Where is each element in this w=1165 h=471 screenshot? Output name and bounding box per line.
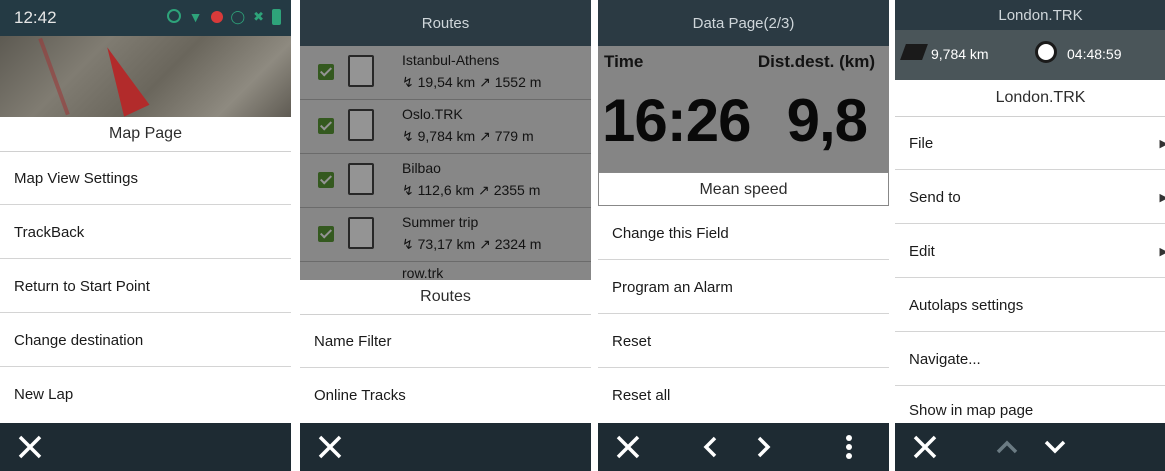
status-icons: ▼ ◯ ✖	[166, 9, 281, 25]
close-button[interactable]	[604, 423, 652, 471]
track-distance: 9,784 km	[931, 46, 989, 62]
battery-icon	[272, 9, 281, 25]
menu-item-program-alarm[interactable]: Program an Alarm	[598, 261, 889, 314]
chevron-down-icon	[1044, 440, 1066, 454]
menu-item-online-tracks[interactable]: Online Tracks	[300, 369, 591, 422]
tool-icon: ✖	[253, 9, 264, 24]
menu-item-map-view-settings[interactable]: Map View Settings	[0, 152, 291, 205]
footer-bar	[598, 423, 889, 471]
status-time: 12:42	[14, 8, 57, 27]
data-page-panel: Data Page(2/3) Time Dist.dest. (km) 16:2…	[598, 0, 889, 471]
close-button[interactable]	[901, 423, 949, 471]
dim-overlay	[300, 46, 591, 280]
track-stats: 9,784 km 04:48:59	[895, 30, 1165, 80]
close-icon	[18, 435, 42, 459]
previous-button[interactable]	[690, 423, 730, 471]
more-button[interactable]	[834, 423, 864, 471]
menu-item-reset-all[interactable]: Reset all	[598, 369, 889, 422]
track-line	[38, 37, 70, 116]
menu-title: London.TRK	[895, 80, 1165, 117]
menu-item-name-filter[interactable]: Name Filter	[300, 315, 591, 368]
menu-item-label: Map View Settings	[14, 169, 138, 187]
distance-icon	[900, 44, 928, 60]
menu-item-return-start[interactable]: Return to Start Point	[0, 260, 291, 313]
menu-item-label: Name Filter	[314, 332, 392, 350]
menu-item-label: File	[909, 134, 934, 152]
chevron-up-icon	[996, 440, 1018, 454]
submenu-arrow-icon: ▶	[1159, 137, 1165, 150]
close-icon	[318, 435, 342, 459]
wifi-icon: ▼	[188, 9, 203, 25]
next-button[interactable]	[744, 423, 784, 471]
menu-item-label: Reset	[612, 332, 652, 350]
menu-title: Routes	[300, 280, 591, 315]
direction-arrow	[94, 41, 150, 117]
menu-item-label: Program an Alarm	[612, 278, 733, 296]
menu-item-label: Navigate...	[909, 350, 981, 368]
menu-item-label: Send to	[909, 188, 961, 206]
scroll-down-button[interactable]	[1037, 423, 1073, 471]
menu-item-label: Change destination	[14, 331, 144, 349]
menu-item-file[interactable]: File ▶	[895, 117, 1165, 170]
menu-item-show-in-map[interactable]: Show in map page	[895, 387, 1165, 423]
menu-item-label: Return to Start Point	[14, 277, 150, 295]
menu-item-send-to[interactable]: Send to ▶	[895, 171, 1165, 224]
record-icon	[210, 11, 223, 23]
panel-header: Data Page(2/3)	[598, 0, 889, 46]
status-bar: 12:42 ▼ ◯ ✖	[0, 0, 291, 36]
menu-item-label: Change this Field	[612, 224, 729, 242]
menu-title: Mean speed	[598, 172, 889, 206]
close-icon	[913, 435, 937, 459]
menu-item-trackback[interactable]: TrackBack	[0, 206, 291, 259]
footer-bar	[300, 423, 591, 471]
menu-item-change-field[interactable]: Change this Field	[598, 207, 889, 260]
close-icon	[616, 435, 640, 459]
gps-icon	[166, 9, 181, 23]
footer-bar	[0, 423, 291, 471]
track-panel: London.TRK 9,784 km 04:48:59 London.TRK …	[895, 0, 1165, 471]
map-view[interactable]	[0, 36, 291, 117]
more-vertical-icon	[846, 435, 852, 459]
menu-item-edit[interactable]: Edit ▶	[895, 225, 1165, 278]
menu-item-new-lap[interactable]: New Lap	[0, 368, 291, 421]
close-button[interactable]	[6, 423, 54, 471]
menu-item-label: New Lap	[14, 386, 74, 403]
menu-item-label: Online Tracks	[314, 387, 406, 404]
chevron-right-icon	[757, 436, 771, 458]
map-page-panel: 12:42 ▼ ◯ ✖ Map Page Map View Settings T…	[0, 0, 291, 471]
menu-item-label: Autolaps settings	[909, 296, 1024, 314]
menu-item-reset[interactable]: Reset	[598, 315, 889, 368]
menu-item-autolaps-settings[interactable]: Autolaps settings	[895, 279, 1165, 332]
menu-item-change-destination[interactable]: Change destination	[0, 314, 291, 367]
dim-overlay	[598, 46, 889, 172]
stopwatch-icon	[1035, 41, 1057, 63]
track-duration: 04:48:59	[1067, 46, 1122, 62]
panel-header: London.TRK	[895, 0, 1165, 30]
close-button[interactable]	[306, 423, 354, 471]
menu-item-navigate[interactable]: Navigate...	[895, 333, 1165, 386]
menu-title: Map Page	[0, 117, 291, 152]
menu-item-label: Reset all	[612, 387, 671, 404]
menu-item-label: Show in map page	[909, 402, 1034, 419]
footer-bar	[895, 423, 1165, 471]
panel-header: Routes	[300, 0, 591, 46]
routes-panel: Routes Istanbul-Athens ↯ 19,54 km ↗ 1552…	[300, 0, 591, 471]
submenu-arrow-icon: ▶	[1159, 245, 1165, 258]
submenu-arrow-icon: ▶	[1159, 191, 1165, 204]
menu-item-label: Edit	[909, 242, 935, 260]
chevron-left-icon	[703, 436, 717, 458]
scroll-up-button[interactable]	[989, 423, 1025, 471]
menu-item-label: TrackBack	[14, 223, 85, 241]
bike-icon: ◯	[230, 9, 246, 24]
